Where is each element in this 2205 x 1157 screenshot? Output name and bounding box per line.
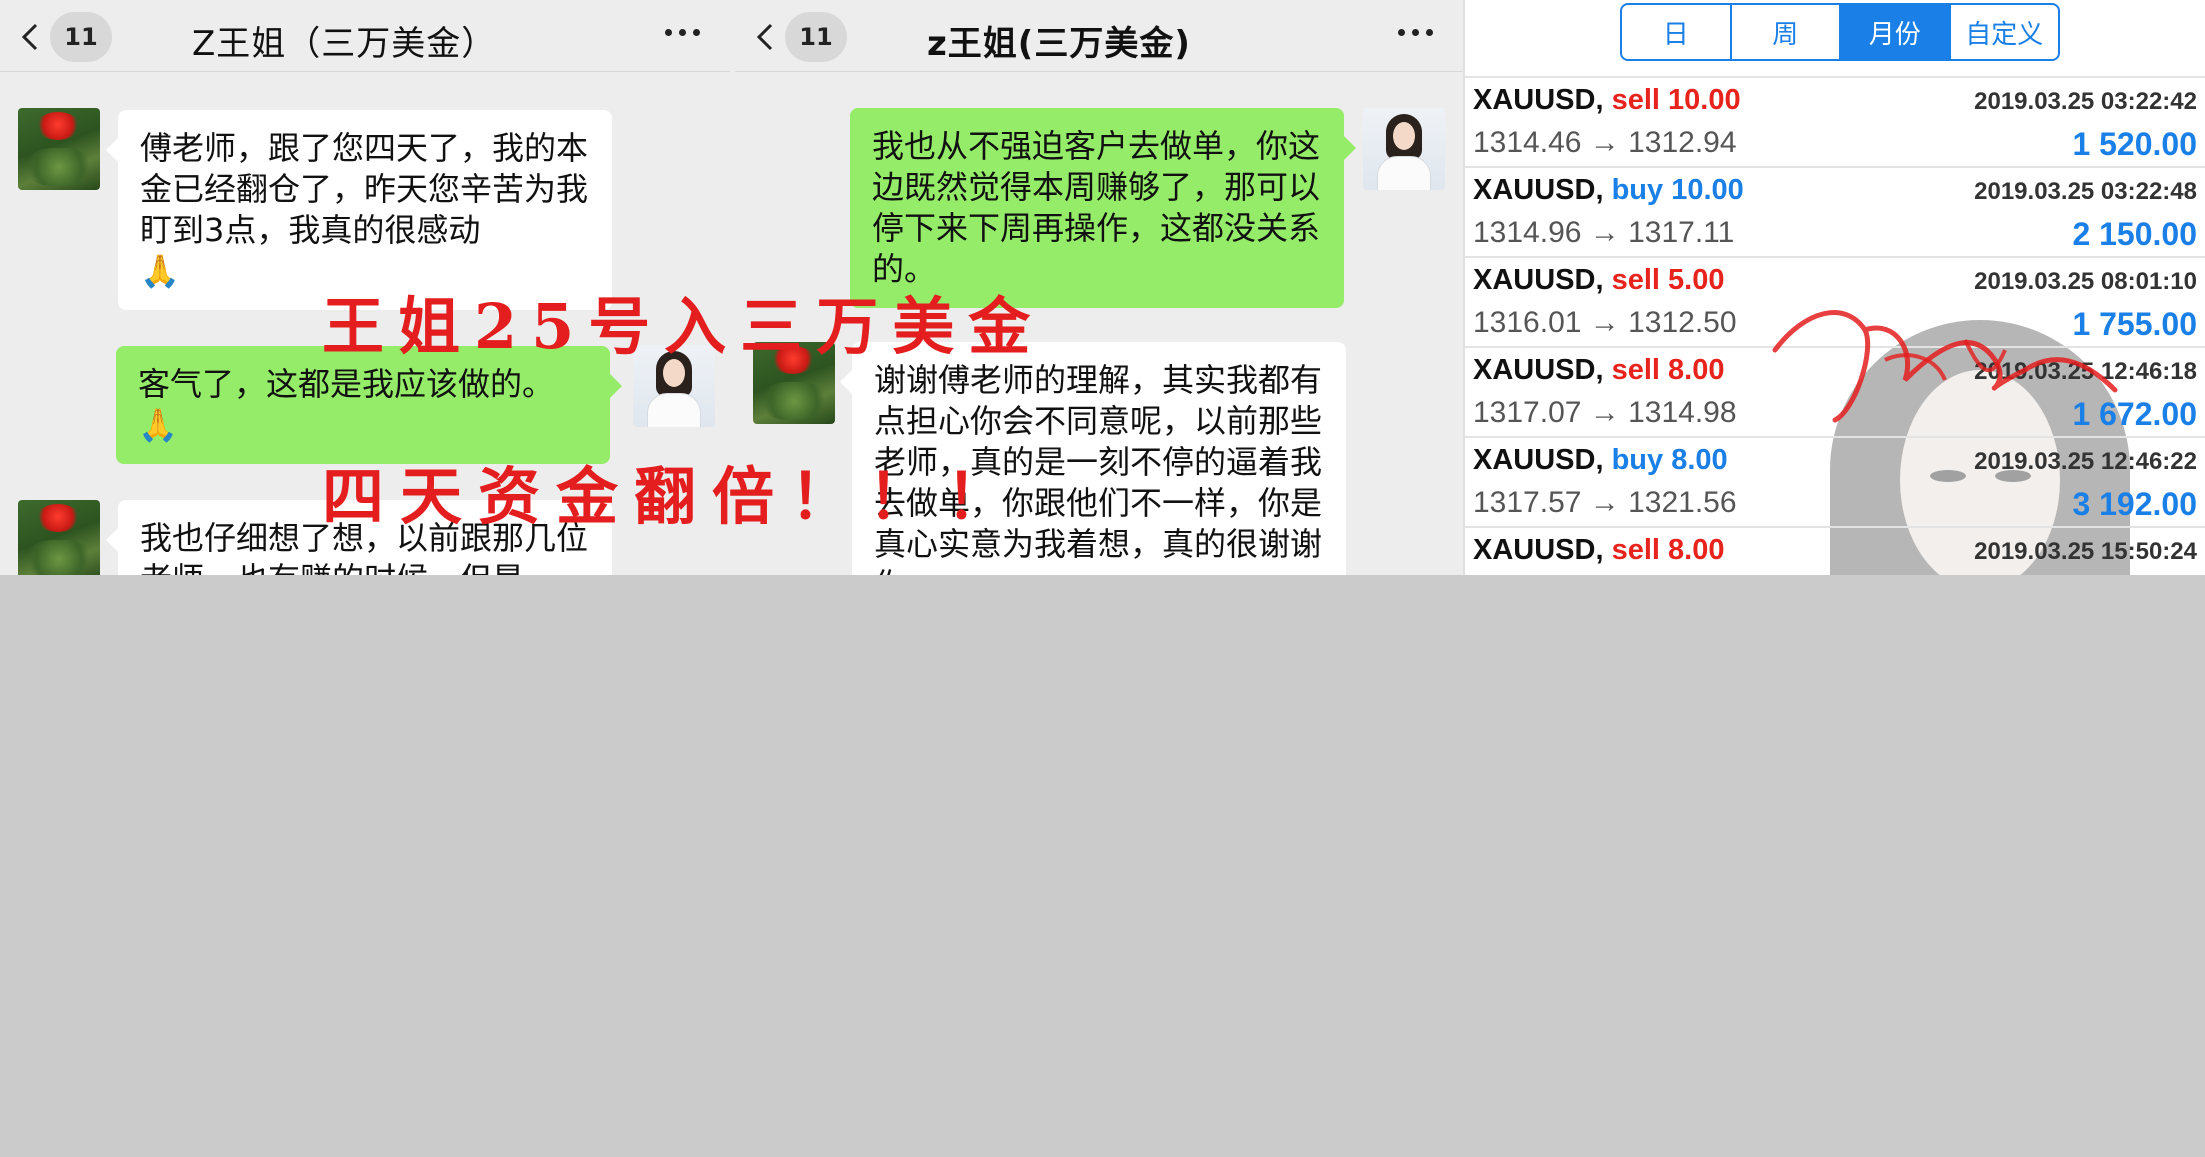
unread-count-badge: 11 (785, 12, 847, 62)
trade-profit: 1 755.00 (2072, 306, 2197, 342)
trade-history-panel: 日 周 月份 自定义 XAUUSD, sell 10.00 2019.03.25… (1463, 0, 2205, 575)
trade-time: 2019.03.25 12:46:22 (1974, 448, 2197, 475)
trade-profit: 2 150.00 (2072, 216, 2197, 252)
trade-row[interactable]: XAUUSD, sell 10.00 2019.03.25 03:22:42 1… (1465, 78, 2205, 168)
trade-symbol: XAUUSD, (1473, 534, 1604, 566)
right-chat-header: 11 z王姐(三万美金) (735, 0, 1463, 72)
content-strip: 11 Z王姐（三万美金） 傅老师，跟了您四天了，我的本金已经翻仓了，昨天您辛苦为… (0, 0, 2205, 575)
trade-prices: 1317.07 → 1314.98 (1473, 396, 1737, 429)
dot-icon (1411, 28, 1419, 36)
trade-profit: 3 192.00 (2072, 486, 2197, 522)
trade-time: 2019.03.25 03:22:48 (1974, 178, 2197, 205)
trade-time: 2019.03.25 08:01:10 (1974, 268, 2197, 295)
contact-avatar[interactable] (18, 108, 100, 190)
chat-title: z王姐(三万美金) (927, 24, 1191, 64)
trade-direction: sell 5.00 (1611, 264, 1725, 296)
tab-custom[interactable]: 自定义 (1951, 5, 2059, 59)
trade-direction: buy 10.00 (1611, 174, 1744, 206)
dot-icon (692, 28, 700, 36)
chevron-left-icon (14, 20, 48, 54)
overlay-caption-line1: 王姐25号入三万美金 (322, 290, 1045, 363)
trade-time: 2019.03.25 15:50:24 (1974, 538, 2197, 565)
message-text: 傅老师，跟了您四天了，我的本金已经翻仓了，昨天您辛苦为我盯到3点，我真的很感动 (140, 129, 589, 249)
trade-prices: 1316.01 → 1312.50 (1473, 306, 1737, 339)
trade-symbol: XAUUSD, (1473, 264, 1604, 296)
pray-emoji-icon: 🙏 (138, 406, 178, 444)
tab-day[interactable]: 日 (1622, 5, 1732, 59)
trade-symbol: XAUUSD, (1473, 354, 1604, 386)
trade-row[interactable]: XAUUSD, buy 10.00 2019.03.25 03:22:48 13… (1465, 168, 2205, 258)
trade-prices: 1314.96 → 1317.11 (1473, 216, 1735, 249)
contact-avatar[interactable] (18, 500, 100, 575)
trade-direction: sell 8.00 (1611, 534, 1725, 566)
trade-list: XAUUSD, sell 10.00 2019.03.25 03:22:42 1… (1465, 78, 2205, 575)
period-segmented-control: 日 周 月份 自定义 (1620, 3, 2060, 61)
unread-count-badge: 11 (50, 12, 112, 62)
trade-direction: sell 10.00 (1611, 84, 1741, 116)
self-avatar[interactable] (1363, 108, 1445, 190)
dot-icon (1397, 28, 1405, 36)
tab-week[interactable]: 周 (1732, 5, 1841, 59)
dot-icon (678, 28, 686, 36)
trade-direction: buy 8.00 (1611, 444, 1728, 476)
trade-prices: 1314.46 → 1312.94 (1473, 126, 1737, 159)
back-button[interactable]: 11 (735, 12, 855, 62)
trade-prices: 1317.57 → 1321.56 (1473, 486, 1737, 519)
tab-month[interactable]: 月份 (1841, 5, 1951, 59)
more-options-button[interactable] (1385, 14, 1445, 50)
more-options-button[interactable] (652, 14, 712, 50)
trade-profit: 1 520.00 (2072, 126, 2197, 162)
trade-row[interactable]: XAUUSD, sell 8.00 2019.03.25 15:50:24 (1465, 528, 2205, 575)
trade-direction: sell 8.00 (1611, 354, 1725, 386)
trade-profit: 1 672.00 (2072, 396, 2197, 432)
trade-row[interactable]: XAUUSD, buy 8.00 2019.03.25 12:46:22 131… (1465, 438, 2205, 528)
pray-emoji-icon: 🙏 (140, 252, 180, 290)
trade-symbol: XAUUSD, (1473, 174, 1604, 206)
message-text: 我也从不强迫客户去做单，你这边既然觉得本周赚够了，那可以停下来下周再操作，这都没… (872, 127, 1321, 288)
trade-row[interactable]: XAUUSD, sell 8.00 2019.03.25 12:46:18 13… (1465, 348, 2205, 438)
trade-symbol: XAUUSD, (1473, 444, 1604, 476)
trade-row[interactable]: XAUUSD, sell 5.00 2019.03.25 08:01:10 13… (1465, 258, 2205, 348)
chat-title: Z王姐（三万美金） (192, 24, 497, 64)
trade-time: 2019.03.25 03:22:42 (1974, 88, 2197, 115)
back-button[interactable]: 11 (0, 12, 120, 62)
trade-time: 2019.03.25 12:46:18 (1974, 358, 2197, 385)
chevron-left-icon (749, 20, 783, 54)
overlay-caption-line2: 四天资金翻倍！！！ (322, 460, 1025, 533)
dot-icon (664, 28, 672, 36)
left-chat-header: 11 Z王姐（三万美金） (0, 0, 730, 72)
trade-symbol: XAUUSD, (1473, 84, 1604, 116)
dot-icon (1425, 28, 1433, 36)
message-text: 客气了，这都是我应该做的。 (138, 365, 555, 403)
